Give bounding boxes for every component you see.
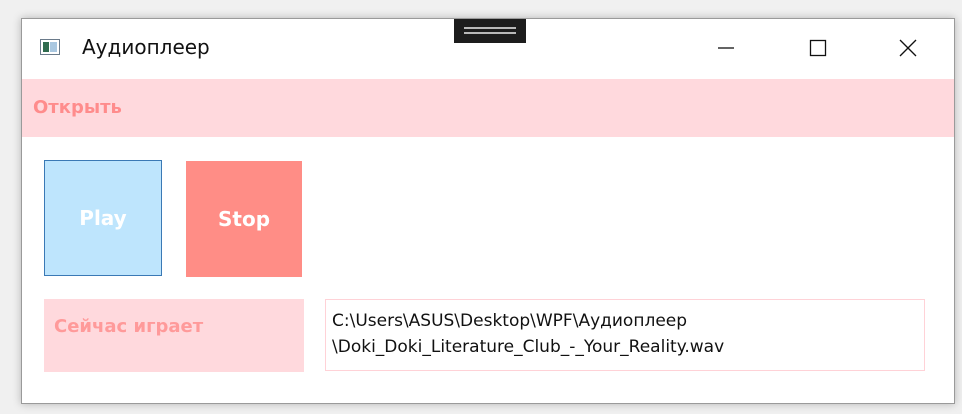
grip-line-icon: [464, 27, 516, 29]
play-button-label: Play: [79, 206, 127, 230]
maximize-button[interactable]: [772, 19, 864, 77]
maximize-icon: [809, 39, 827, 57]
app-window-icon: [40, 39, 60, 55]
now-playing-label: Сейчас играет: [54, 316, 204, 337]
current-file-path[interactable]: C:\Users\ASUS\Desktop\WPF\Аудиоплеер \Do…: [325, 299, 925, 371]
menu-item-open[interactable]: Открыть: [33, 97, 122, 118]
drag-handle[interactable]: [454, 19, 526, 43]
grip-line-icon: [464, 32, 516, 34]
stop-button-label: Stop: [217, 207, 271, 231]
now-playing-label-box: Сейчас играет: [44, 299, 304, 372]
app-window: Аудиоплеер Открыть Play Stop Сейчас игра…: [21, 18, 955, 404]
menu-bar: Открыть: [22, 79, 954, 137]
minimize-icon: [718, 47, 734, 49]
title-bar[interactable]: Аудиоплеер: [22, 19, 954, 79]
window-title: Аудиоплеер: [82, 35, 210, 59]
close-icon: [899, 39, 917, 57]
play-button[interactable]: Play: [44, 160, 162, 276]
minimize-button[interactable]: [680, 19, 772, 77]
close-button[interactable]: [862, 19, 954, 77]
stop-button[interactable]: Stop: [186, 161, 302, 277]
